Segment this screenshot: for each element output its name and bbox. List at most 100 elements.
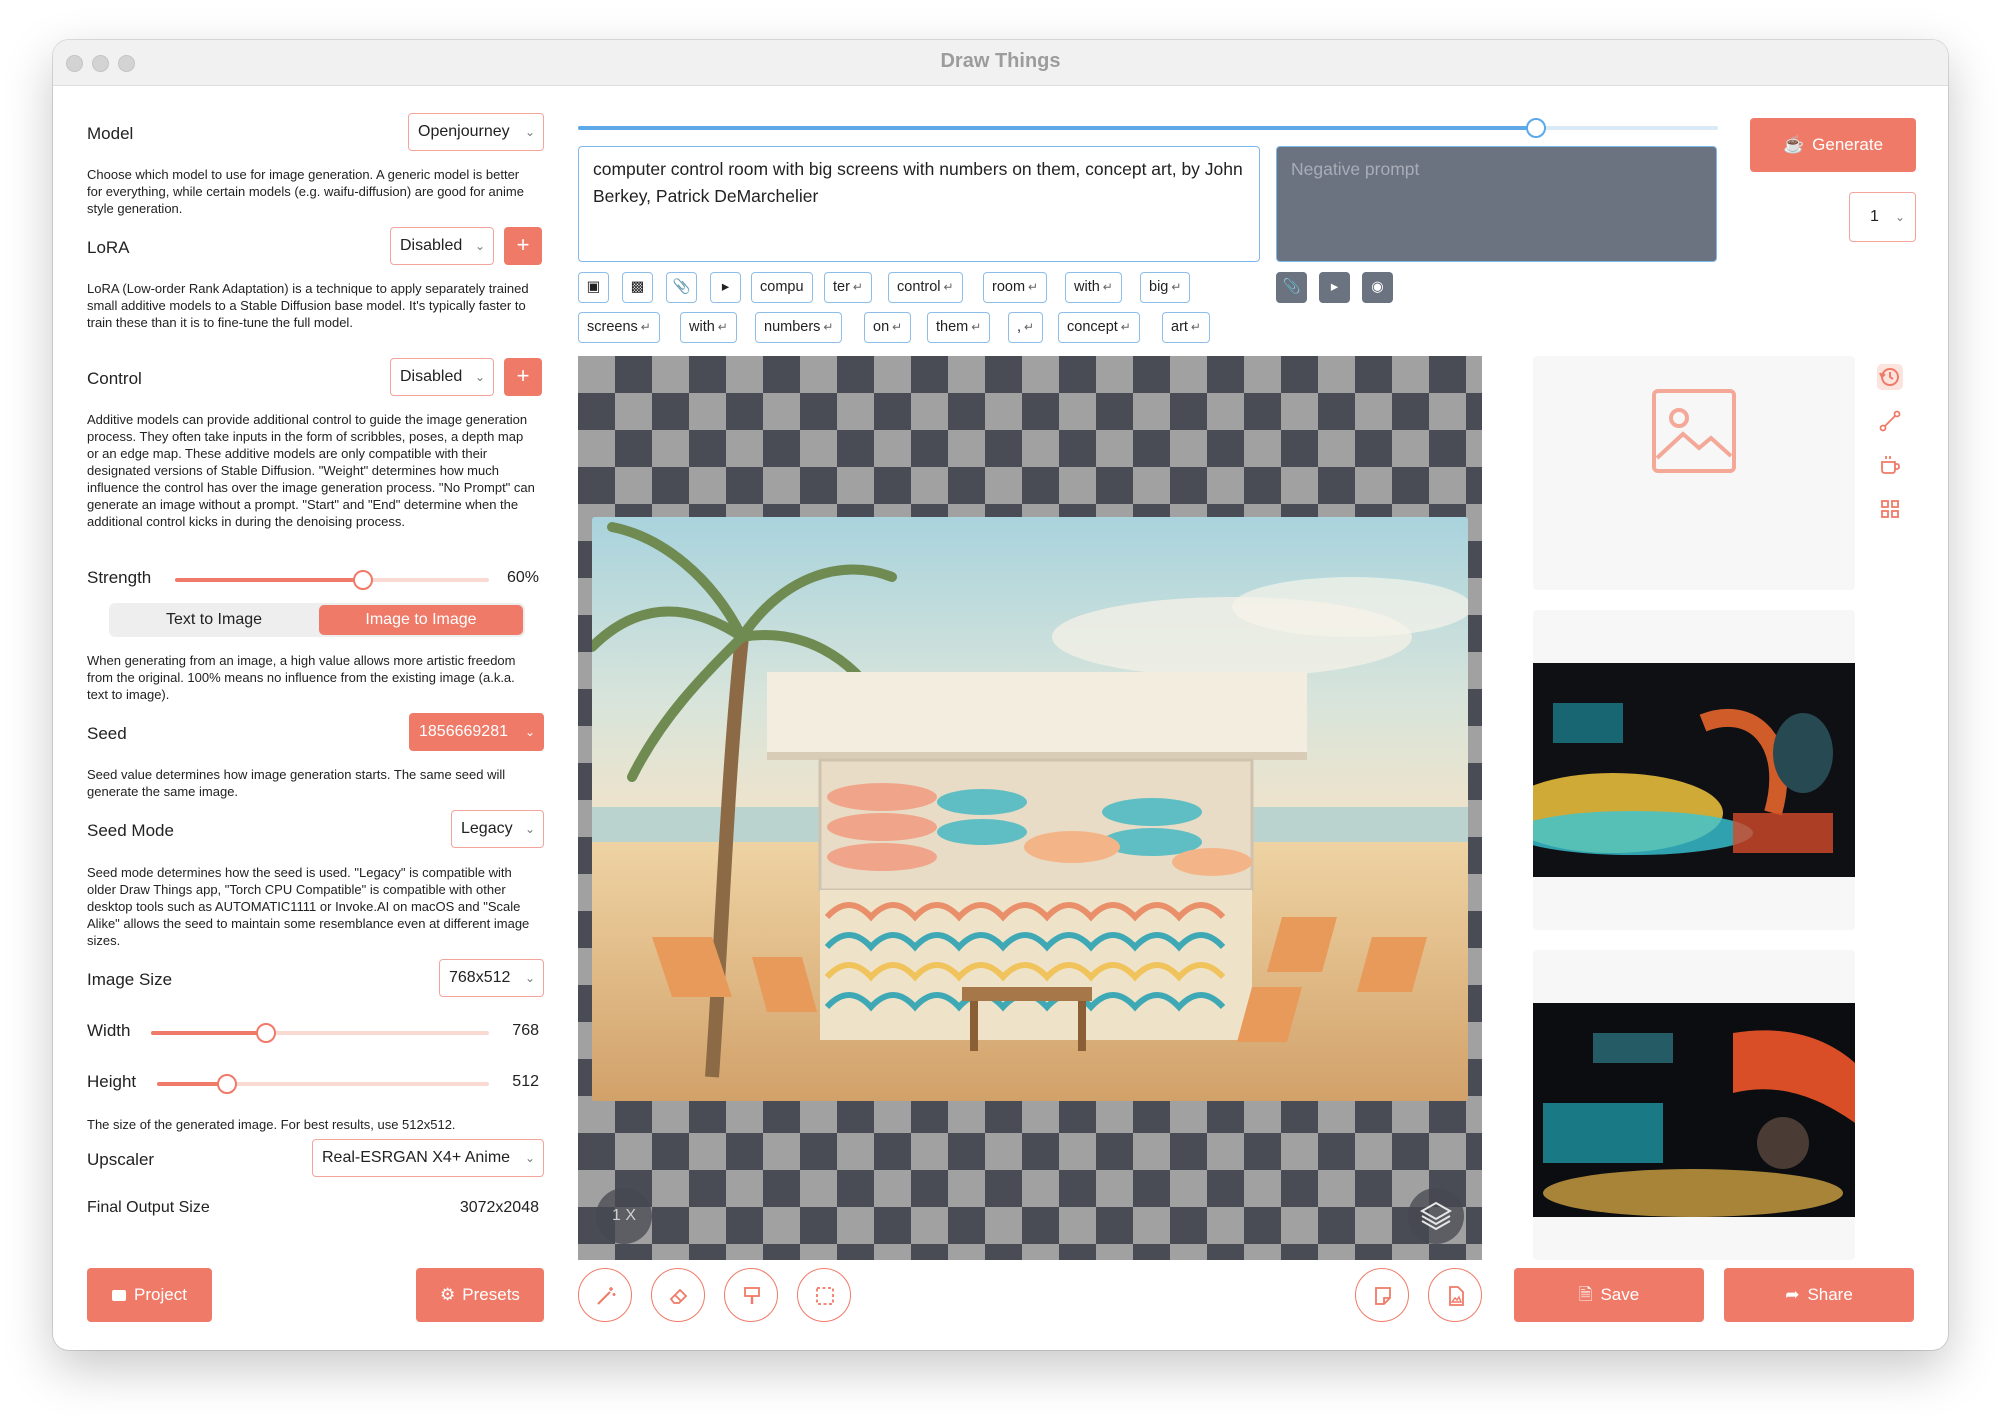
image-count-dropdown[interactable]: 1 ⌄ <box>1849 192 1916 242</box>
height-slider-knob[interactable] <box>216 1074 237 1094</box>
progress-slider[interactable] <box>578 118 1718 138</box>
height-value: 512 <box>512 1073 539 1090</box>
magic-wand-button[interactable] <box>578 1268 632 1322</box>
note-button[interactable] <box>1355 1268 1409 1322</box>
eraser-icon <box>669 1288 688 1304</box>
image-size-value: 768x512 <box>449 969 511 986</box>
beach-kiosk-illustration <box>592 517 1468 1101</box>
width-label: Width <box>87 1021 131 1040</box>
selection-icon <box>816 1287 834 1305</box>
token-chip[interactable]: , ↵ <box>1008 312 1044 343</box>
return-icon: ↵ <box>1102 280 1113 294</box>
play-icon[interactable]: ▸ <box>1319 272 1350 303</box>
token-text: numbers <box>764 319 821 335</box>
token-chip[interactable]: art ↵ <box>1162 312 1210 343</box>
history-icon <box>1879 368 1899 386</box>
image-size-dropdown[interactable]: 768x512 ⌄ <box>439 959 544 997</box>
token-chip[interactable]: with ↵ <box>680 312 737 343</box>
eraser-button[interactable] <box>651 1268 705 1322</box>
token-text: screens <box>587 319 638 335</box>
image-file-button[interactable] <box>1428 1268 1482 1322</box>
control-dropdown[interactable]: Disabled ⌄ <box>390 358 494 396</box>
add-lora-button[interactable]: + <box>504 227 542 265</box>
token-chip[interactable]: ter ↵ <box>824 272 872 303</box>
lora-description: LoRA (Low-order Rank Adaptation) is a te… <box>87 281 529 330</box>
token-text: with <box>1074 279 1100 295</box>
token-chip[interactable]: compu <box>751 272 813 303</box>
width-slider[interactable] <box>151 1023 489 1043</box>
return-icon: ↵ <box>1120 320 1131 334</box>
negative-prompt-input[interactable]: Negative prompt <box>1276 146 1717 262</box>
layers-button[interactable] <box>1408 1188 1464 1244</box>
record-icon[interactable]: ◉ <box>1362 272 1393 303</box>
progress-fill <box>578 126 1536 130</box>
curve-tab[interactable] <box>1877 408 1903 434</box>
share-button[interactable]: ➦ Share <box>1724 1268 1914 1322</box>
seed-field[interactable]: 1856669281 ⌄ <box>409 713 544 751</box>
play-icon[interactable]: ▸ <box>710 272 741 303</box>
chevron-down-icon: ⌄ <box>524 125 535 139</box>
token-chip[interactable]: big ↵ <box>1140 272 1191 303</box>
text-to-image-option[interactable]: Text to Image <box>111 605 317 635</box>
token-chip[interactable]: them ↵ <box>927 312 991 343</box>
add-control-button[interactable]: + <box>504 358 542 396</box>
grid-icon <box>1881 500 1899 518</box>
token-chip[interactable]: with ↵ <box>1065 272 1122 303</box>
history-thumbnail[interactable] <box>1533 610 1855 930</box>
seed-label: Seed <box>87 724 127 743</box>
canvas-image[interactable] <box>592 517 1468 1101</box>
generation-mode-toggle[interactable]: Text to Image Image to Image <box>109 603 525 637</box>
project-button-label: Project <box>134 1285 187 1304</box>
model-dropdown[interactable]: Openjourney ⌄ <box>408 113 544 151</box>
project-button[interactable]: Project <box>87 1268 212 1322</box>
chevron-down-icon: ⌄ <box>1894 210 1905 224</box>
return-icon: ↵ <box>717 320 728 334</box>
token-chip[interactable]: numbers ↵ <box>755 312 843 343</box>
chevron-down-icon: ⌄ <box>474 239 485 253</box>
history-thumbnail[interactable] <box>1533 950 1855 1260</box>
crop-icon[interactable]: ▣ <box>578 272 609 303</box>
selection-button[interactable] <box>797 1268 851 1322</box>
token-chip[interactable]: screens ↵ <box>578 312 660 343</box>
save-button-label: Save <box>1600 1285 1640 1304</box>
history-tab[interactable] <box>1877 364 1903 390</box>
token-text: with <box>689 319 715 335</box>
image-to-image-option[interactable]: Image to Image <box>319 605 523 635</box>
strength-slider[interactable] <box>175 570 489 590</box>
final-output-label: Final Output Size <box>87 1199 210 1216</box>
seed-description: Seed value determines how image generati… <box>87 767 506 799</box>
presets-button[interactable]: ⚙ Presets <box>416 1268 544 1322</box>
strength-label: Strength <box>87 568 152 587</box>
settings-panel: Model Openjourney ⌄ Choose which model t… <box>53 86 553 1416</box>
generate-button[interactable]: ☕ Generate <box>1750 118 1916 172</box>
canvas[interactable]: 1 X <box>578 356 1482 1260</box>
image-size-label: Image Size <box>87 970 173 989</box>
token-chip[interactable]: room ↵ <box>983 272 1048 303</box>
zoom-indicator[interactable]: 1 X <box>596 1188 652 1244</box>
paperclip-icon[interactable]: 📎 <box>666 272 697 303</box>
lora-dropdown[interactable]: Disabled ⌄ <box>390 227 494 265</box>
robot-icon[interactable]: ▩ <box>622 272 653 303</box>
folder-icon <box>112 1290 127 1301</box>
token-chip[interactable]: control ↵ <box>888 272 963 303</box>
empty-thumbnail-slot[interactable] <box>1533 356 1855 590</box>
paperclip-icon[interactable]: 📎 <box>1276 272 1307 303</box>
chevron-down-icon: ⌄ <box>524 725 535 739</box>
upscaler-dropdown[interactable]: Real-ESRGAN X4+ Anime ⌄ <box>312 1139 544 1177</box>
width-slider-knob[interactable] <box>255 1023 276 1043</box>
paint-button[interactable] <box>724 1268 778 1322</box>
token-chip[interactable]: concept ↵ <box>1058 312 1140 343</box>
save-button[interactable]: 🗎 Save <box>1514 1268 1704 1322</box>
progress-knob[interactable] <box>1525 118 1546 138</box>
coffee-tab[interactable] <box>1877 452 1903 478</box>
control-description: Additive models can provide additional c… <box>87 412 535 529</box>
prompt-input[interactable]: computer control room with big screens w… <box>578 146 1260 262</box>
save-file-icon: 🗎 <box>1578 1285 1593 1304</box>
seed-mode-dropdown[interactable]: Legacy ⌄ <box>451 810 544 848</box>
height-slider[interactable] <box>157 1074 489 1094</box>
control-label: Control <box>87 369 142 388</box>
token-chip[interactable]: on ↵ <box>864 312 912 343</box>
share-icon: ➦ <box>1785 1285 1800 1304</box>
strength-slider-knob[interactable] <box>353 570 374 590</box>
grid-tab[interactable] <box>1877 496 1903 522</box>
